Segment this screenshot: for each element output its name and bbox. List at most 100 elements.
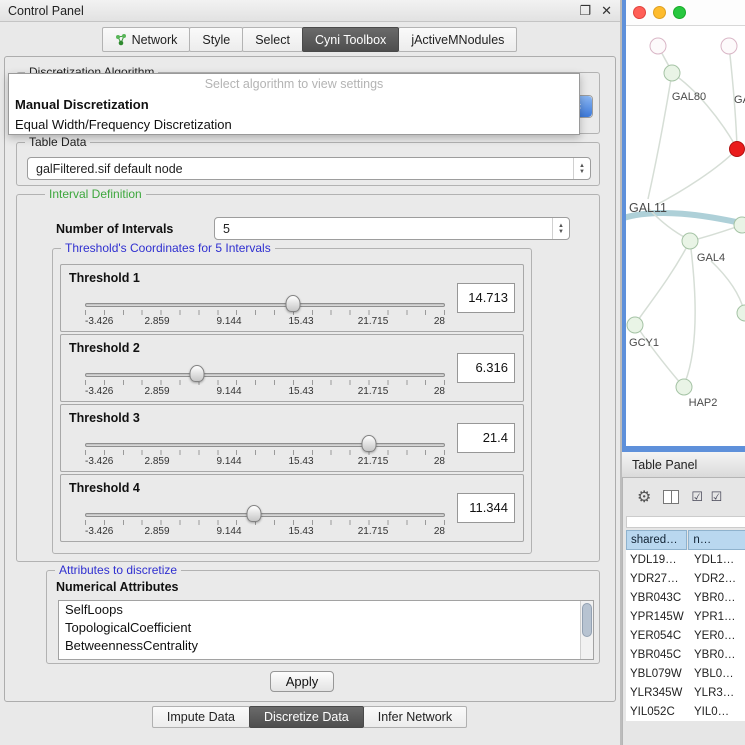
tab-cyni-toolbox[interactable]: Cyni Toolbox <box>302 27 399 52</box>
slider-thumb[interactable] <box>362 435 377 452</box>
network-node[interactable] <box>682 233 699 250</box>
control-panel-titlebar[interactable]: Control Panel ❐ ✕ <box>0 0 620 22</box>
tab-infer-network[interactable]: Infer Network <box>363 706 467 728</box>
mac-close-button[interactable] <box>633 6 646 19</box>
table-cell[interactable]: YBR0… <box>690 592 745 604</box>
table-row[interactable]: YPR145WYPR1… <box>626 607 745 626</box>
attributes-list[interactable]: SelfLoopsTopologicalCoefficientBetweenne… <box>58 600 594 660</box>
threshold-value-field[interactable]: 21.4 <box>457 423 515 453</box>
table-row[interactable]: YBL079WYBL0… <box>626 664 745 683</box>
threshold-4-slider[interactable]: -3.4262.8599.14415.4321.71528 <box>85 507 445 541</box>
table-data-combo[interactable]: galFiltered.sif default node ▲ ▼ <box>27 157 591 180</box>
popup-item-manual-discretization[interactable]: Manual Discretization <box>9 94 579 114</box>
slider-thumb[interactable] <box>285 295 300 312</box>
network-node[interactable] <box>676 379 693 396</box>
threshold-label: Threshold 1 <box>69 271 140 285</box>
interval-definition-group-title: Interval Definition <box>45 187 146 201</box>
network-node[interactable] <box>664 65 681 82</box>
columns-icon[interactable] <box>663 490 679 504</box>
threshold-value-field[interactable]: 11.344 <box>457 493 515 523</box>
network-node[interactable] <box>734 217 745 234</box>
table-row[interactable]: YLR345WYLR3… <box>626 683 745 702</box>
table-cell[interactable]: YPR1… <box>690 611 745 623</box>
table-cell[interactable]: YIL0… <box>690 706 745 718</box>
apply-button[interactable]: Apply <box>270 671 334 692</box>
slider-thumb[interactable] <box>189 365 204 382</box>
table-cell[interactable]: YER054C <box>626 630 690 642</box>
gear-icon[interactable]: ⚙ <box>637 487 651 507</box>
table-row[interactable]: YER054CYER0… <box>626 626 745 645</box>
table-cell[interactable]: YLR345W <box>626 687 690 699</box>
table-row[interactable]: YBR045CYBR0… <box>626 645 745 664</box>
table-cell[interactable]: YBL0… <box>690 668 745 680</box>
threshold-3-slider[interactable]: -3.4262.8599.14415.4321.71528 <box>85 437 445 471</box>
network-node-label: GA <box>734 94 745 106</box>
table-cell[interactable]: YDR27… <box>626 573 690 585</box>
slider-thumb[interactable] <box>247 505 262 522</box>
slider-track[interactable] <box>85 513 445 517</box>
table-panel-header[interactable]: Table Panel <box>622 452 745 478</box>
threshold-3-panel: Threshold 3 -3.4262.8599.14415.4321.7152… <box>60 404 524 472</box>
table-cell[interactable]: YBR0… <box>690 649 745 661</box>
popup-item-equal-width-frequency[interactable]: Equal Width/Frequency Discretization <box>9 114 579 134</box>
scale-tick-label: 21.715 <box>358 526 389 537</box>
attribute-item[interactable]: SelfLoops <box>59 601 593 619</box>
threshold-1-slider[interactable]: -3.4262.8599.14415.4321.71528 <box>85 297 445 331</box>
number-of-intervals-combo[interactable]: 5 ▲ ▼ <box>214 217 570 240</box>
scale-tick-label: 28 <box>434 456 445 467</box>
table-row[interactable]: YDR27…YDR2… <box>626 569 745 588</box>
combo-stepper[interactable]: ▲ ▼ <box>573 158 590 179</box>
tab-style[interactable]: Style <box>189 27 243 52</box>
select-columns-icons[interactable]: ☑ ☑ <box>691 489 724 505</box>
threshold-value-field[interactable]: 14.713 <box>457 283 515 313</box>
slider-track[interactable] <box>85 373 445 377</box>
close-icon[interactable]: ✕ <box>601 3 612 19</box>
mac-minimize-button[interactable] <box>653 6 666 19</box>
attribute-item[interactable]: BetweennessCentrality <box>59 637 593 655</box>
table-cell[interactable]: YDL1… <box>690 554 745 566</box>
tab-select[interactable]: Select <box>242 27 303 52</box>
tab-impute-data[interactable]: Impute Data <box>152 706 250 728</box>
table-cell[interactable]: YER0… <box>690 630 745 642</box>
network-node[interactable] <box>627 317 644 334</box>
slider-track[interactable] <box>85 443 445 447</box>
threshold-2-slider[interactable]: -3.4262.8599.14415.4321.71528 <box>85 367 445 401</box>
network-node[interactable] <box>721 38 738 55</box>
attributes-list-scrollbar[interactable] <box>580 601 593 659</box>
combo-stepper[interactable]: ▲ ▼ <box>552 218 569 239</box>
table-row[interactable]: YIL052CYIL0… <box>626 702 745 721</box>
tab-network[interactable]: Network <box>102 27 191 52</box>
number-of-intervals-label: Number of Intervals <box>56 222 173 236</box>
slider-track[interactable] <box>85 303 445 307</box>
network-node[interactable] <box>650 38 667 55</box>
table-row[interactable]: YDL19…YDL1… <box>626 550 745 569</box>
tab-discretize-data[interactable]: Discretize Data <box>249 706 364 728</box>
attribute-item[interactable]: TopologicalCoefficient <box>59 619 593 637</box>
network-node-selected[interactable] <box>729 141 745 157</box>
float-window-icon[interactable]: ❐ <box>579 3 591 19</box>
network-window-titlebar[interactable] <box>626 0 745 26</box>
column-header-shared-name[interactable]: shared… <box>626 530 687 550</box>
scrollbar-thumb[interactable] <box>582 603 592 637</box>
column-header-name[interactable]: n… <box>688 530 745 550</box>
table-row[interactable]: YBR043CYBR0… <box>626 588 745 607</box>
table-cell[interactable]: YBR045C <box>626 649 690 661</box>
table-cell[interactable]: YLR3… <box>690 687 745 699</box>
table-cell[interactable]: YPR145W <box>626 611 690 623</box>
network-node-label: HAP2 <box>689 397 718 409</box>
mac-zoom-button[interactable] <box>673 6 686 19</box>
network-canvas[interactable]: GAL80GAGAL11GAL4GCY1HAP2 <box>626 27 745 446</box>
table-data-group: Table Data galFiltered.sif default node … <box>16 142 600 186</box>
table-cell[interactable]: YIL052C <box>626 706 690 718</box>
table-body: YDL19…YDL1…YDR27…YDR2…YBR043CYBR0…YPR145… <box>626 550 745 721</box>
table-cell[interactable]: YDL19… <box>626 554 690 566</box>
table-cell[interactable]: YBL079W <box>626 668 690 680</box>
scale-tick-label: 28 <box>434 386 445 397</box>
tab-jactivemnodules[interactable]: jActiveMNodules <box>398 27 517 52</box>
threshold-value-field[interactable]: 6.316 <box>457 353 515 383</box>
slider-scale: -3.4262.8599.14415.4321.71528 <box>85 386 445 398</box>
popup-placeholder[interactable]: Select algorithm to view settings <box>9 74 579 94</box>
table-cell[interactable]: YBR043C <box>626 592 690 604</box>
table-cell[interactable]: YDR2… <box>690 573 745 585</box>
table-scroll-strip[interactable] <box>626 516 745 528</box>
